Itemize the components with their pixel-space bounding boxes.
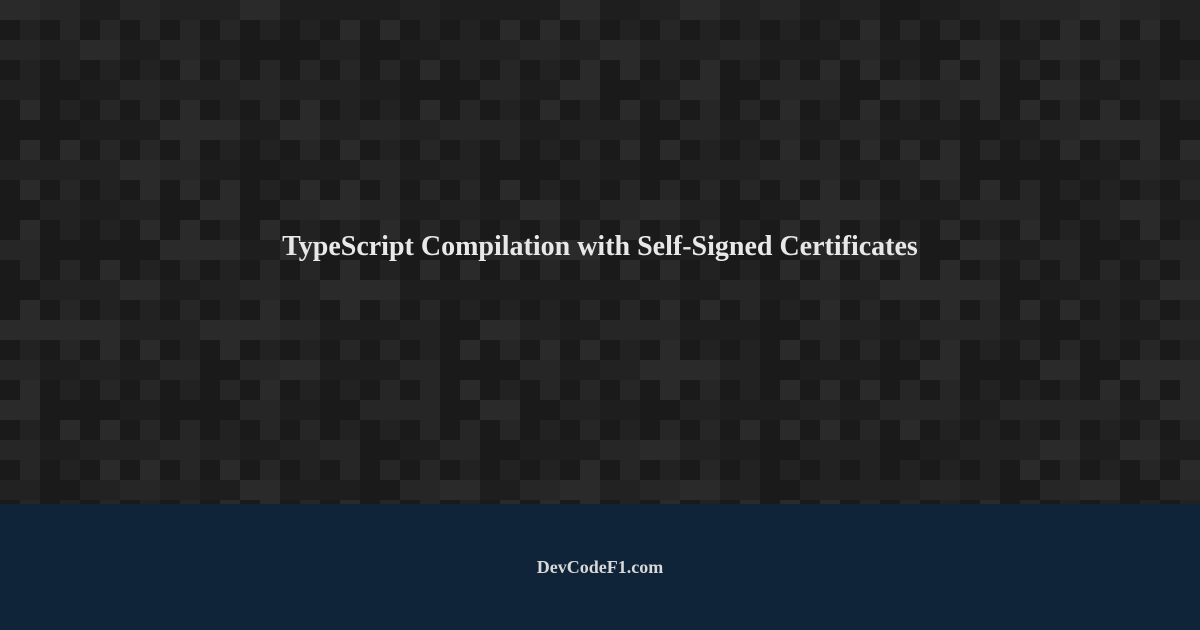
footer-bar: DevCodeF1.com <box>0 504 1200 630</box>
main-banner-area: TypeScript Compilation with Self-Signed … <box>0 0 1200 504</box>
page-title: TypeScript Compilation with Self-Signed … <box>242 231 958 263</box>
brand-name: DevCodeF1.com <box>537 557 663 578</box>
